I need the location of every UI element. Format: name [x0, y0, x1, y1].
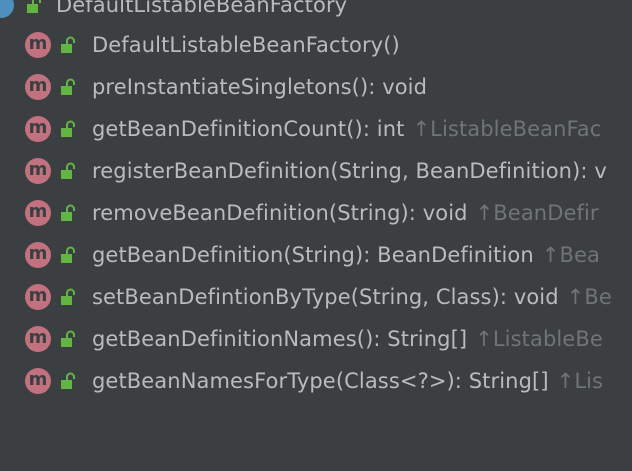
public-lock-icon: [61, 78, 75, 95]
structure-tree: DefaultListableBeanFactory m DefaultList…: [0, 0, 632, 471]
member-signature-label: getBeanNamesForType(Class<?>): String[] ↑…: [92, 369, 604, 393]
method-icon: m: [25, 326, 51, 352]
inherited-from-label: ↑ListableBeanFac: [412, 117, 602, 141]
member-signature-label: getBeanDefinitionCount(): int ↑ListableBe…: [92, 117, 602, 141]
public-lock-icon: [27, 0, 41, 13]
tree-member-row[interactable]: m preInstantiateSingletons(): void: [0, 66, 632, 108]
public-lock-icon: [61, 330, 75, 347]
public-lock-icon: [61, 162, 75, 179]
tree-class-node[interactable]: DefaultListableBeanFactory: [0, 0, 632, 26]
member-signature-label: getBeanDefinitionNames(): String[] ↑Lista…: [92, 327, 603, 351]
method-icon: m: [25, 116, 51, 142]
member-signature-label: preInstantiateSingletons(): void: [92, 75, 428, 99]
tree-member-row[interactable]: m getBeanDefinitionNames(): String[] ↑Lis…: [0, 318, 632, 360]
method-icon: m: [25, 158, 51, 184]
tree-member-row[interactable]: m removeBeanDefinition(String): void ↑Bea…: [0, 192, 632, 234]
tree-member-row[interactable]: m getBeanDefinitionCount(): int ↑Listable…: [0, 108, 632, 150]
class-icon: [0, 0, 14, 18]
member-signature-label: setBeanDefintionByType(String, Class): v…: [92, 285, 612, 309]
method-icon: m: [25, 200, 51, 226]
tree-member-row[interactable]: m registerBeanDefinition(String, BeanDef…: [0, 150, 632, 192]
method-icon: m: [25, 284, 51, 310]
public-lock-icon: [61, 36, 75, 53]
tree-member-row[interactable]: m setBeanDefintionByType(String, Class):…: [0, 276, 632, 318]
method-icon: m: [25, 74, 51, 100]
method-icon: m: [25, 368, 51, 394]
member-signature-label: removeBeanDefinition(String): void ↑BeanD…: [92, 201, 599, 225]
tree-member-row[interactable]: m getBeanNamesForType(Class<?>): String[…: [0, 360, 632, 402]
tree-member-row[interactable]: m DefaultListableBeanFactory(): [0, 24, 632, 66]
public-lock-icon: [61, 120, 75, 137]
public-lock-icon: [61, 288, 75, 305]
inherited-from-label: ↑BeanDefir: [475, 201, 599, 225]
member-signature-label: getBeanDefinition(String): BeanDefinitio…: [92, 243, 600, 267]
public-lock-icon: [61, 246, 75, 263]
inherited-from-label: ↑ListableBe: [475, 327, 603, 351]
public-lock-icon: [61, 372, 75, 389]
member-signature-label: DefaultListableBeanFactory(): [92, 33, 400, 57]
inherited-from-label: ↑Be: [566, 285, 612, 309]
inherited-from-label: ↑Lis: [556, 369, 604, 393]
inherited-from-label: ↑Bea: [541, 243, 600, 267]
class-name-label: DefaultListableBeanFactory: [56, 0, 348, 17]
public-lock-icon: [61, 204, 75, 221]
member-signature-label: registerBeanDefinition(String, BeanDefin…: [92, 159, 607, 183]
method-icon: m: [25, 32, 51, 58]
method-icon: m: [25, 242, 51, 268]
tree-member-row[interactable]: m getBeanDefinition(String): BeanDefinit…: [0, 234, 632, 276]
